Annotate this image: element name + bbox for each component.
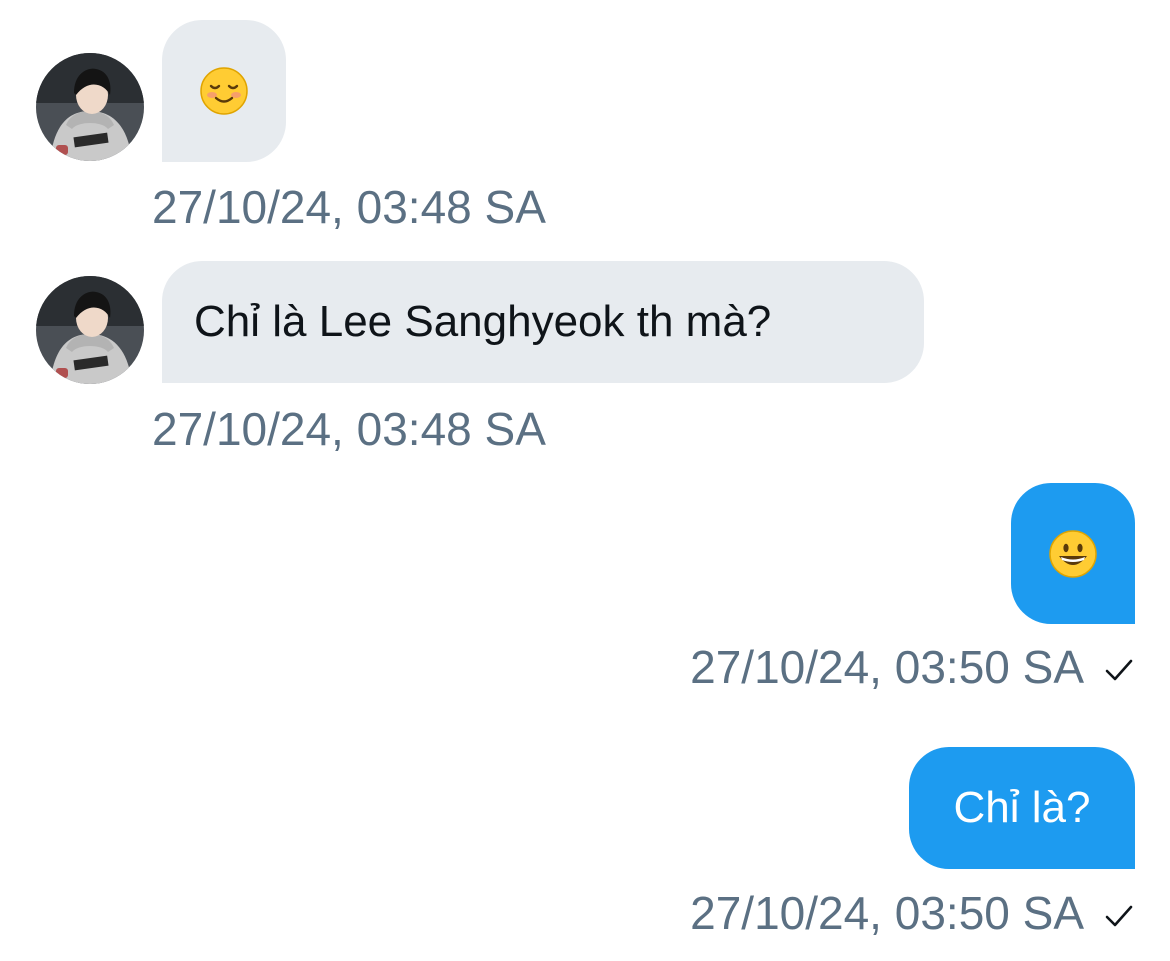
message-emoji [199,66,249,116]
incoming-message-bubble[interactable]: Chỉ là Lee Sanghyeok th mà? [162,261,924,383]
message-emoji [1048,529,1098,579]
sender-avatar[interactable] [36,276,144,384]
sender-avatar[interactable] [36,53,144,161]
smiling-face-icon [200,67,248,115]
grinning-face-icon [1049,529,1097,578]
message-timestamp: 27/10/24, 03:50 SA [690,644,1134,690]
message-text: Chỉ là Lee Sanghyeok th mà? [194,297,772,346]
check-icon [1104,890,1134,936]
outgoing-message-bubble[interactable]: 😀 [1011,483,1135,624]
avatar-photo [36,276,144,384]
timestamp-text: 27/10/24, 03:50 SA [690,641,1084,693]
message-text: Chỉ là? [953,783,1091,832]
timestamp-text: 27/10/24, 03:50 SA [690,887,1084,939]
timestamp-text: 27/10/24, 03:48 SA [152,403,546,455]
message-timestamp: 27/10/24, 03:50 SA [690,890,1134,936]
timestamp-text: 27/10/24, 03:48 SA [152,181,546,233]
avatar-photo [36,53,144,161]
message-timestamp: 27/10/24, 03:48 SA [152,184,546,230]
incoming-message-bubble[interactable]: ☺️ [162,20,286,162]
check-icon [1104,644,1134,690]
outgoing-message-bubble[interactable]: Chỉ là? [909,747,1135,869]
message-timestamp: 27/10/24, 03:48 SA [152,406,546,452]
